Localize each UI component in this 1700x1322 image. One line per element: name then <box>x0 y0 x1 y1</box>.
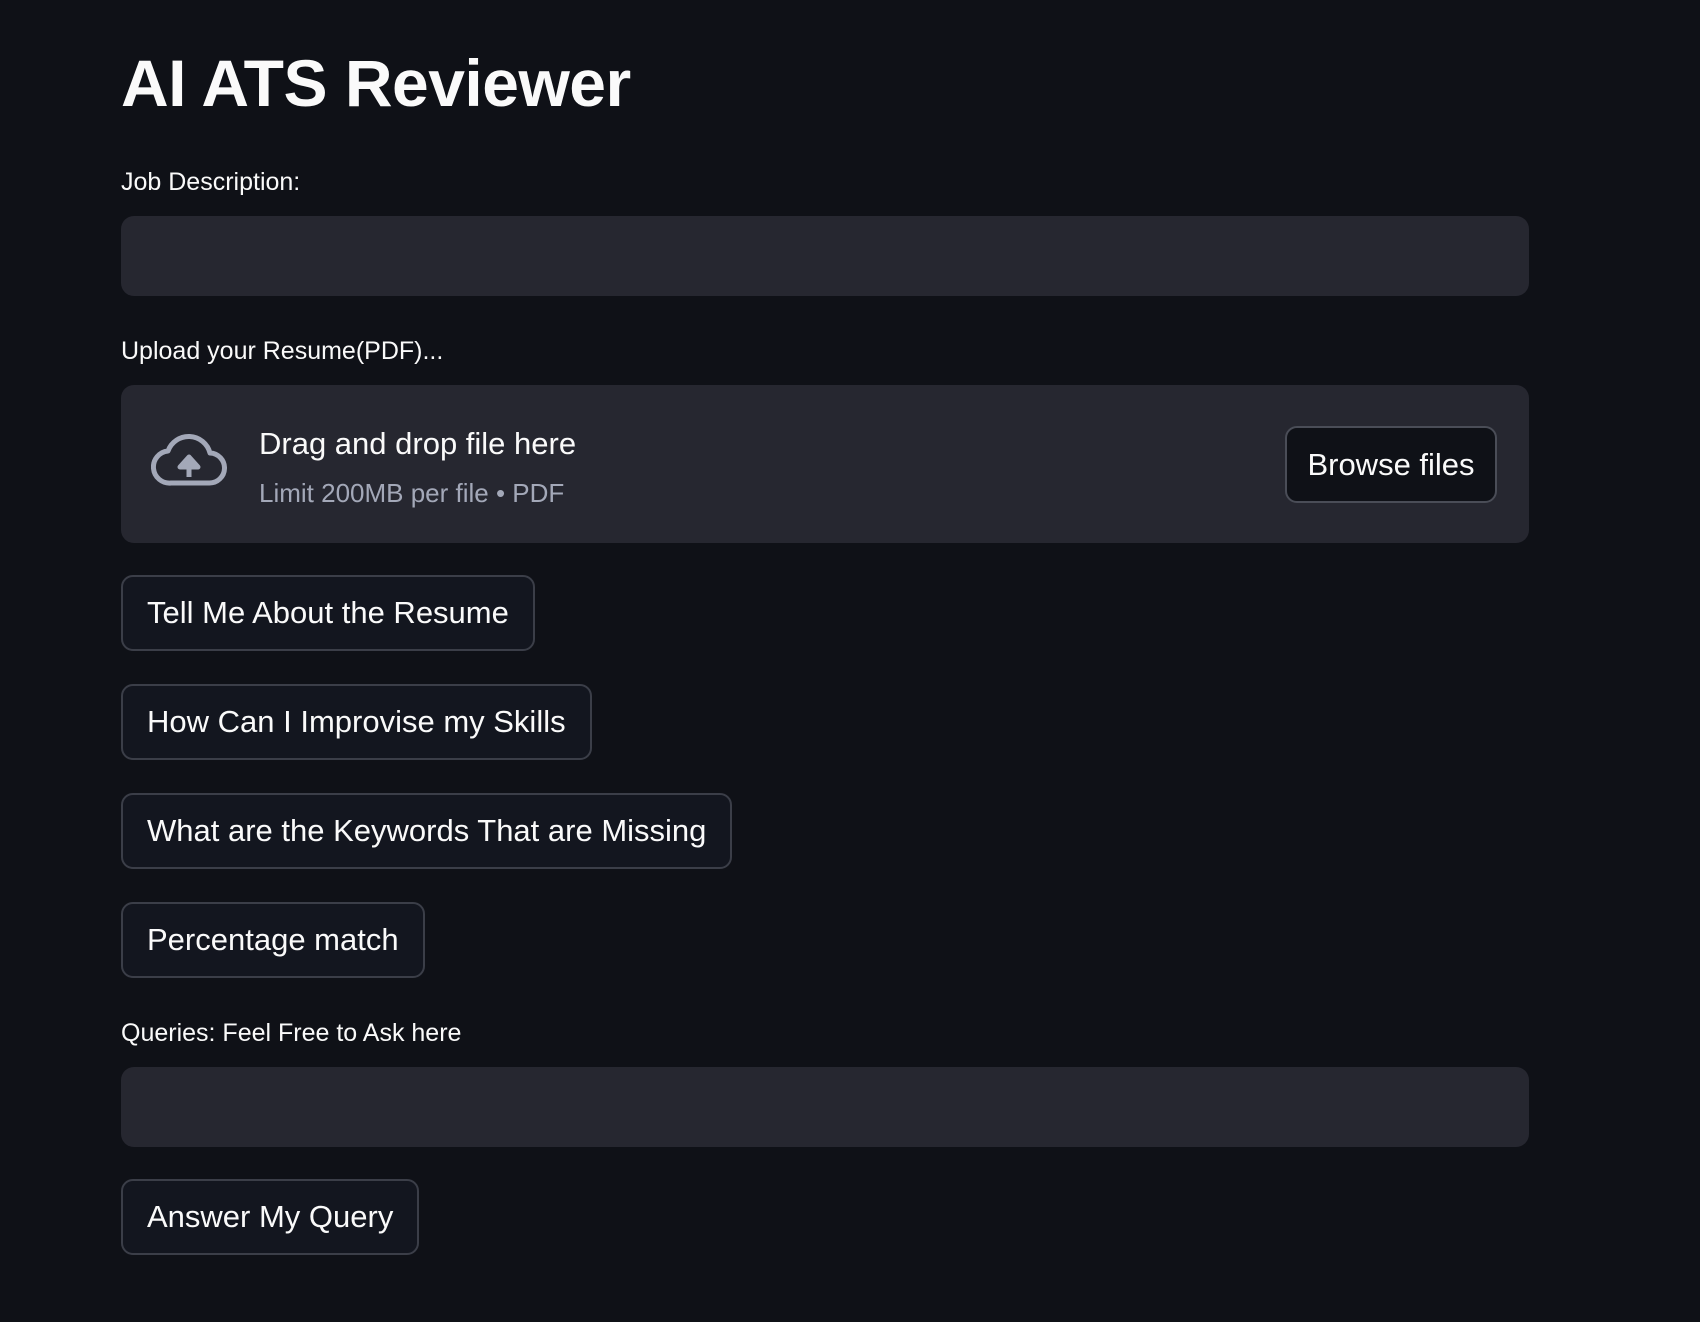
file-dropzone[interactable]: Drag and drop file here Limit 200MB per … <box>121 385 1529 543</box>
job-description-label: Job Description: <box>121 168 301 196</box>
improve-skills-button[interactable]: How Can I Improvise my Skills <box>121 684 592 760</box>
answer-my-query-button[interactable]: Answer My Query <box>121 1179 420 1255</box>
query-input[interactable] <box>121 1067 1529 1147</box>
job-description-input[interactable] <box>121 216 1529 296</box>
page-title: AI ATS Reviewer <box>121 46 631 120</box>
cloud-upload-icon <box>151 433 227 486</box>
percentage-match-button[interactable]: Percentage match <box>121 902 425 978</box>
dropzone-title: Drag and drop file here <box>259 426 577 461</box>
browse-files-button[interactable]: Browse files <box>1285 426 1497 503</box>
dropzone-limit-text: Limit 200MB per file • PDF <box>259 478 565 508</box>
queries-label: Queries: Feel Free to Ask here <box>121 1019 462 1047</box>
resume-upload-label: Upload your Resume(PDF)... <box>121 337 444 365</box>
missing-keywords-button[interactable]: What are the Keywords That are Missing <box>121 793 733 869</box>
tell-me-about-resume-button[interactable]: Tell Me About the Resume <box>121 575 535 651</box>
